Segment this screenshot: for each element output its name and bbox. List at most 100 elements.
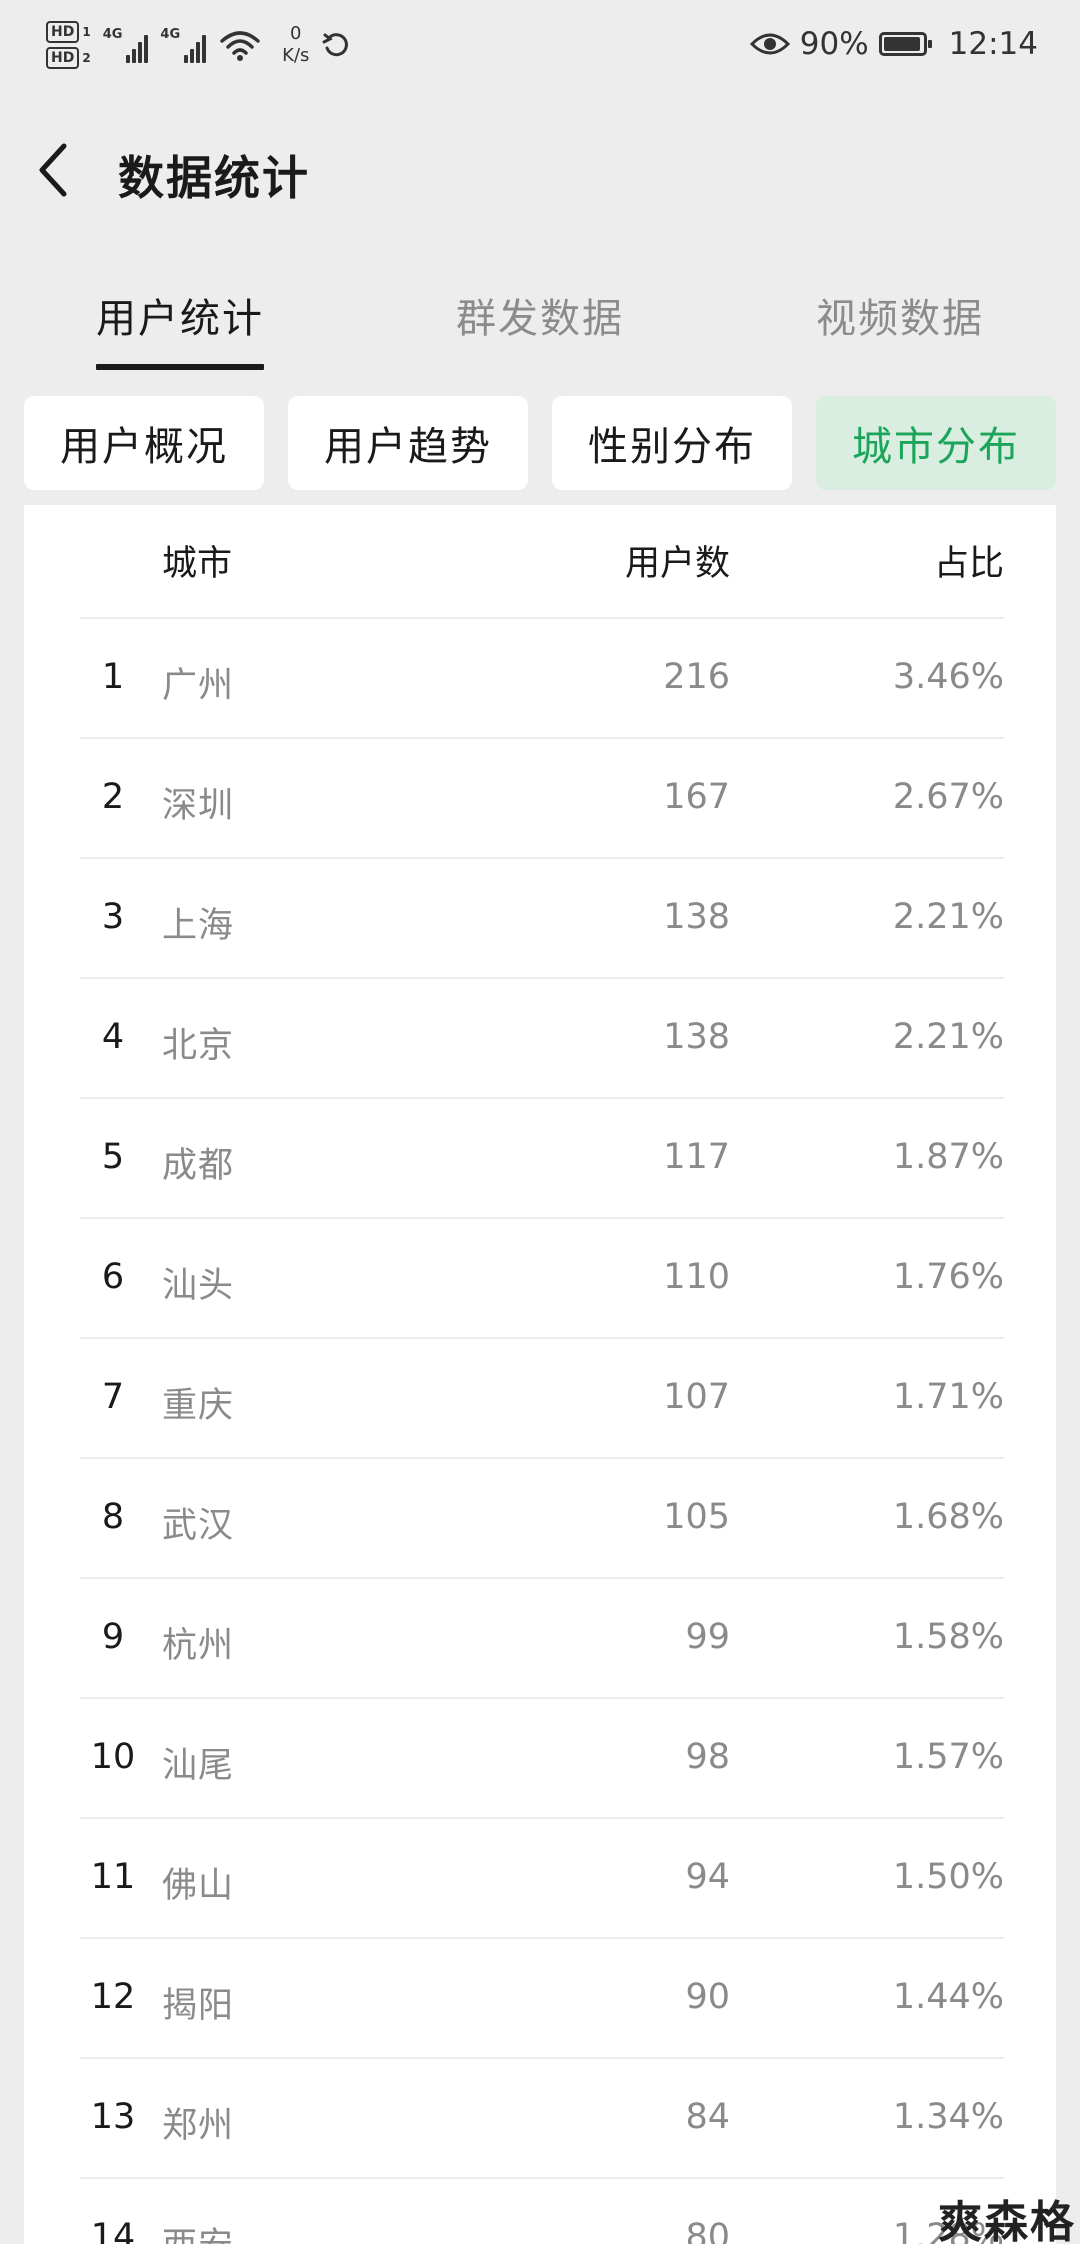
app-header: 数据统计 — [0, 110, 1080, 230]
tab-label: 群发数据 — [456, 296, 624, 342]
row-ratio: 1.34% — [892, 2097, 1004, 2137]
hd-sim-number: 1 — [82, 25, 91, 39]
hd-label: HD — [46, 47, 80, 69]
active-tab-indicator — [96, 364, 264, 370]
tab-label: 用户统计 — [96, 296, 264, 342]
row-city: 成都 — [162, 1146, 235, 1186]
battery-charging-icon — [878, 32, 932, 56]
table-row[interactable]: 13 郑州 84 1.34% — [80, 2059, 1004, 2179]
status-bar: HD 1 HD 2 4G 4G 0 K/s 90% 12:14 — [0, 0, 1080, 90]
tab-broadcast-data[interactable]: 群发数据 — [456, 286, 624, 344]
table-row[interactable]: 4 北京 138 2.21% — [80, 979, 1004, 1099]
row-users: 105 — [663, 1497, 730, 1537]
row-city: 揭阳 — [162, 1986, 235, 2026]
subtab-user-overview[interactable]: 用户概况 — [24, 396, 264, 490]
column-header-users: 用户数 — [624, 544, 730, 584]
subtab-gender-distribution[interactable]: 性别分布 — [552, 396, 792, 490]
row-rank: 9 — [101, 1617, 125, 1657]
row-city: 深圳 — [162, 786, 235, 826]
tab-label: 视频数据 — [816, 296, 984, 342]
table-body: 1 广州 216 3.46% 2 深圳 167 2.67% 3 上海 138 2.21% 4 北京 138 2… — [80, 619, 1004, 2244]
back-button[interactable] — [30, 138, 90, 202]
row-users: 107 — [663, 1377, 730, 1417]
hd-indicators: HD 1 HD 2 — [46, 21, 91, 69]
table-row[interactable]: 6 汕头 110 1.76% — [80, 1219, 1004, 1339]
row-users: 117 — [663, 1137, 730, 1177]
subtab-label: 用户概况 — [60, 424, 228, 470]
row-rank: 4 — [101, 1017, 125, 1057]
subtab-label: 用户趋势 — [324, 424, 492, 470]
row-rank: 7 — [101, 1377, 125, 1417]
table-row[interactable]: 9 杭州 99 1.58% — [80, 1579, 1004, 1699]
wifi-icon — [220, 31, 260, 61]
table-row[interactable]: 11 佛山 94 1.50% — [80, 1819, 1004, 1939]
signal-strength-icon: 4G — [160, 27, 207, 63]
row-users: 138 — [663, 1017, 730, 1057]
row-rank: 14 — [90, 2217, 136, 2244]
subtab-label: 性别分布 — [588, 424, 756, 470]
row-rank: 5 — [101, 1137, 125, 1177]
subtab-user-trend[interactable]: 用户趋势 — [288, 396, 528, 490]
table-row[interactable]: 7 重庆 107 1.71% — [80, 1339, 1004, 1459]
speed-value: 0 — [290, 23, 302, 44]
page-title: 数据统计 — [118, 151, 310, 205]
row-city: 郑州 — [162, 2106, 235, 2146]
subtab-city-distribution[interactable]: 城市分布 — [816, 396, 1056, 490]
table-row[interactable]: 14西安801.28% — [80, 2179, 1004, 2244]
row-ratio: 1.57% — [892, 1737, 1004, 1777]
table-row[interactable]: 3 上海 138 2.21% — [80, 859, 1004, 979]
row-rank: 11 — [90, 1857, 136, 1897]
row-ratio: 1.50% — [892, 1857, 1004, 1897]
app-screen: HD 1 HD 2 4G 4G 0 K/s 90% 12:14 数据统计 用户统… — [0, 0, 1080, 2244]
sync-icon — [322, 33, 349, 57]
table-header: 城市 用户数 占比 — [80, 505, 1004, 619]
clock-time: 12:14 — [948, 26, 1038, 62]
row-ratio: 2.21% — [892, 897, 1004, 937]
row-users: 90 — [685, 1977, 730, 2017]
row-users: 216 — [663, 657, 730, 697]
row-rank: 13 — [90, 2097, 136, 2137]
table-row[interactable]: 2 深圳 167 2.67% — [80, 739, 1004, 859]
tab-video-data[interactable]: 视频数据 — [816, 286, 984, 344]
hd-badge-1: HD 1 — [46, 21, 91, 43]
battery-percent: 90% — [799, 26, 869, 62]
row-ratio: 1.58% — [892, 1617, 1004, 1657]
table-row[interactable]: 5 成都 117 1.87% — [80, 1099, 1004, 1219]
hd-badge-2: HD 2 — [46, 47, 91, 69]
row-rank: 10 — [90, 1737, 136, 1777]
row-ratio: 1.87% — [892, 1137, 1004, 1177]
table-row[interactable]: 1 广州 216 3.46% — [80, 619, 1004, 739]
network-type: 4G — [102, 27, 123, 42]
sub-tabs: 用户概况 用户趋势 性别分布 城市分布 — [24, 396, 1056, 490]
row-ratio: 1.76% — [892, 1257, 1004, 1297]
row-city: 汕尾 — [162, 1746, 235, 1786]
row-ratio: 3.46% — [892, 657, 1004, 697]
row-city: 广州 — [162, 666, 235, 706]
row-ratio: 1.71% — [892, 1377, 1004, 1417]
table-row[interactable]: 12 揭阳 90 1.44% — [80, 1939, 1004, 2059]
network-type: 4G — [160, 27, 181, 42]
row-users: 138 — [663, 897, 730, 937]
row-city: 佛山 — [162, 1866, 235, 1906]
watermark: 爽森格 — [938, 2197, 1076, 2244]
row-ratio: 2.21% — [892, 1017, 1004, 1057]
hd-sim-number: 2 — [82, 51, 91, 65]
row-rank: 6 — [101, 1257, 125, 1297]
row-ratio: 1.68% — [892, 1497, 1004, 1537]
row-city: 武汉 — [162, 1506, 235, 1546]
row-city: 汕头 — [162, 1266, 235, 1306]
network-speed: 0 K/s — [282, 23, 309, 67]
row-ratio: 1.44% — [892, 1977, 1004, 2017]
table-row[interactable]: 10 汕尾 98 1.57% — [80, 1699, 1004, 1819]
row-rank: 1 — [101, 657, 125, 697]
row-users: 167 — [663, 777, 730, 817]
city-table: 城市 用户数 占比 1 广州 216 3.46% 2 深圳 167 2.67% 3 上海 138 2.… — [24, 505, 1056, 2244]
tab-user-stats[interactable]: 用户统计 — [96, 286, 264, 370]
row-users: 110 — [663, 1257, 730, 1297]
column-header-city: 城市 — [162, 544, 233, 584]
row-rank: 3 — [101, 897, 125, 937]
speed-unit: K/s — [282, 45, 310, 66]
hd-label: HD — [46, 21, 80, 43]
table-row[interactable]: 8 武汉 105 1.68% — [80, 1459, 1004, 1579]
column-header-ratio: 占比 — [933, 544, 1004, 584]
